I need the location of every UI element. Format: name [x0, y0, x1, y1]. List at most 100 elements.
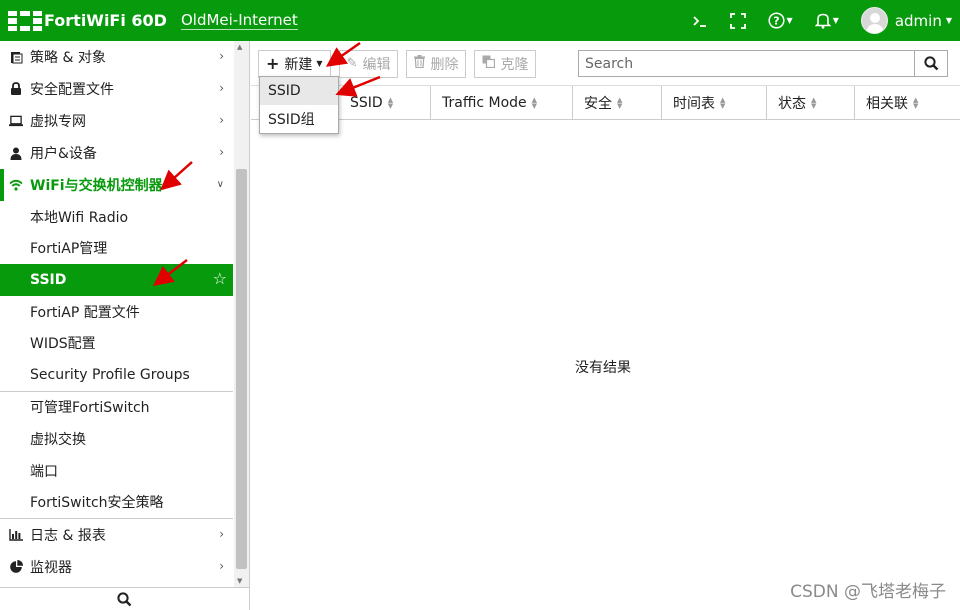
column-header-traffic-mode[interactable]: Traffic Mode ▲ ▼: [431, 86, 573, 120]
sidebar-item-policy-objects[interactable]: 策略 & 对象 ›: [0, 41, 233, 73]
column-header-associated[interactable]: 相关联 ▲ ▼: [855, 86, 960, 120]
notification-bell-icon[interactable]: ▼: [814, 12, 839, 29]
sidebar-subitem-ssid[interactable]: SSID ☆: [0, 264, 233, 296]
sidebar-subitem-ports[interactable]: 端口: [0, 455, 233, 487]
chevron-right-icon: ›: [219, 113, 224, 127]
watermark: CSDN @飞塔老梅子: [790, 582, 946, 602]
svg-text:?: ?: [773, 15, 779, 28]
trash-icon: [414, 55, 426, 72]
search-button[interactable]: [914, 51, 947, 76]
policy-icon: [9, 51, 23, 64]
sidebar-menu: 策略 & 对象 › 安全配置文件 › 虚拟专网 › 用户&设备 › WiFi与交…: [0, 41, 233, 587]
empty-table-message: 没有结果: [575, 360, 631, 376]
sidebar-subitem-label: 端口: [30, 463, 58, 480]
sidebar-item-wifi-switch-controller[interactable]: WiFi与交换机控制器 ∨: [0, 169, 233, 201]
user-icon: [9, 147, 23, 160]
scroll-down-icon[interactable]: ▼: [237, 577, 242, 585]
header-actions: ? ▼ ▼ admin ▼: [670, 0, 952, 41]
sidebar-item-label: 安全配置文件: [30, 82, 114, 98]
sidebar-subitem-security-profile-groups[interactable]: Security Profile Groups: [0, 359, 233, 391]
sidebar-subitem-label: WIDS配置: [30, 336, 96, 353]
sort-icon: ▲ ▼: [387, 96, 394, 110]
sort-icon: ▲ ▼: [617, 96, 623, 110]
clone-button[interactable]: 克隆: [474, 49, 537, 78]
fortinet-logo-icon: [8, 10, 42, 31]
new-dropdown-menu: SSID SSID组: [259, 76, 339, 134]
sidebar-item-label: WiFi与交换机控制器: [30, 178, 163, 194]
search-input[interactable]: [579, 51, 914, 76]
sidebar-subitem-wids-profiles[interactable]: WIDS配置: [0, 327, 233, 359]
pie-chart-icon: [9, 560, 23, 574]
sidebar: 策略 & 对象 › 安全配置文件 › 虚拟专网 › 用户&设备 › WiFi与交…: [0, 41, 250, 610]
scrollbar-thumb[interactable]: [236, 169, 247, 569]
sidebar-subitem-fortiap-management[interactable]: FortiAP管理: [0, 233, 233, 265]
scroll-up-icon[interactable]: ▲: [237, 43, 242, 51]
sort-icon: ▲ ▼: [913, 96, 919, 110]
sidebar-item-label: 日志 & 报表: [30, 527, 106, 544]
caret-down-icon: ▼: [316, 59, 323, 68]
table-header: SSID ▲ ▼ Traffic Mode ▲ ▼ 安全 ▲ ▼ 时间表 ▲ ▼ 状态 …: [251, 85, 960, 120]
edit-button-label: 编辑: [362, 56, 391, 73]
column-header-label: SSID: [350, 95, 383, 111]
delete-button[interactable]: 删除: [406, 49, 467, 78]
sidebar-item-label: 虚拟专网: [30, 114, 86, 130]
user-menu-caret-icon[interactable]: ▼: [946, 16, 952, 25]
sidebar-scrollbar[interactable]: ▲ ▼: [234, 41, 249, 587]
dropdown-item-ssid-group[interactable]: SSID组: [260, 105, 338, 133]
delete-button-label: 删除: [430, 56, 459, 73]
chevron-right-icon: ›: [219, 81, 224, 95]
clone-icon: [482, 55, 496, 72]
cli-console-icon[interactable]: [692, 14, 708, 28]
sidebar-subitem-label: SSID: [30, 271, 67, 288]
sidebar-subitem-label: FortiAP管理: [30, 241, 108, 258]
column-header-schedule[interactable]: 时间表 ▲ ▼: [662, 86, 767, 120]
sidebar-item-user-device[interactable]: 用户&设备 ›: [0, 137, 233, 169]
sidebar-item-log-report[interactable]: 日志 & 报表 ›: [0, 519, 233, 551]
column-header-label: 时间表: [673, 96, 715, 112]
lock-icon: [9, 82, 23, 96]
top-bar: FortiWiFi 60D OldMei-Internet ? ▼ ▼ admi…: [0, 0, 960, 41]
search-box: [578, 50, 948, 77]
pencil-icon: ✎: [346, 56, 358, 71]
chevron-right-icon: ›: [219, 49, 224, 63]
sidebar-subitem-label: 本地Wifi Radio: [30, 209, 129, 226]
sidebar-subitem-label: 虚拟交换: [30, 431, 86, 448]
new-button-label: 新建: [284, 56, 313, 73]
column-header-label: 安全: [584, 96, 612, 112]
sidebar-search-button[interactable]: [0, 587, 249, 610]
username-menu[interactable]: admin: [895, 12, 942, 30]
column-header-security[interactable]: 安全 ▲ ▼: [573, 86, 662, 120]
sidebar-subitem-local-wifi-radio[interactable]: 本地Wifi Radio: [0, 201, 233, 233]
chevron-down-icon: ∨: [216, 179, 224, 190]
dropdown-item-ssid[interactable]: SSID: [260, 77, 338, 105]
sidebar-subitem-virtual-switch[interactable]: 虚拟交换: [0, 423, 233, 455]
edit-button[interactable]: ✎ 编辑: [338, 49, 399, 78]
sidebar-subitem-fortiap-profiles[interactable]: FortiAP 配置文件: [0, 296, 233, 328]
column-header-ssid[interactable]: SSID ▲ ▼: [339, 86, 431, 120]
user-avatar-icon[interactable]: [860, 7, 888, 34]
sidebar-subitem-label: 可管理FortiSwitch: [30, 400, 150, 417]
search-icon: [923, 56, 938, 71]
sort-icon: ▲ ▼: [531, 96, 538, 110]
sidebar-subitem-label: FortiSwitch安全策略: [30, 495, 164, 512]
column-header-label: 状态: [778, 96, 806, 112]
sidebar-item-label: 策略 & 对象: [30, 50, 106, 66]
sidebar-item-vpn[interactable]: 虚拟专网 ›: [0, 105, 233, 137]
sidebar-item-security-profiles[interactable]: 安全配置文件 ›: [0, 73, 233, 105]
sort-icon: ▲ ▼: [720, 96, 726, 110]
fullscreen-icon[interactable]: [729, 12, 746, 29]
sidebar-subitem-fortiswitch-security-policy[interactable]: FortiSwitch安全策略: [0, 486, 233, 518]
favorite-star-icon[interactable]: ☆: [213, 269, 227, 288]
wifi-icon: [9, 179, 23, 191]
sidebar-item-monitor[interactable]: 监视器 ›: [0, 551, 233, 583]
plus-icon: +: [266, 54, 280, 73]
search-icon: [117, 591, 132, 606]
chevron-right-icon: ›: [219, 558, 224, 573]
column-header-status[interactable]: 状态 ▲ ▼: [767, 86, 855, 120]
toolbar: + 新建 ▼ ✎ 编辑 删除 克隆: [258, 49, 544, 78]
help-icon[interactable]: ? ▼: [767, 12, 793, 29]
column-header-label: Traffic Mode: [442, 95, 527, 111]
new-button[interactable]: + 新建 ▼: [258, 49, 331, 78]
hostname-link[interactable]: OldMei-Internet: [180, 11, 298, 30]
sidebar-subitem-managed-fortiswitch[interactable]: 可管理FortiSwitch: [0, 392, 233, 424]
